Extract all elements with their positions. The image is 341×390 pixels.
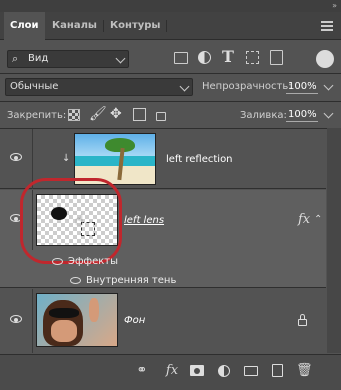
filter-smartobject-icon[interactable] (270, 50, 283, 65)
opacity-input[interactable]: 100% (284, 78, 334, 96)
layers-scrollbar[interactable] (327, 128, 341, 353)
layer-name[interactable]: Фон (124, 315, 145, 326)
search-icon: ⌕ (12, 52, 19, 65)
lock-all-icon[interactable] (156, 112, 166, 121)
opacity-label: Непрозрачность: (202, 81, 292, 92)
lock-brush-icon[interactable]: 🖌 (89, 106, 107, 122)
new-group-folder-icon[interactable] (244, 366, 258, 376)
bottom-toolbar: ⚭ fx 🗑 (0, 354, 341, 390)
new-layer-icon[interactable] (272, 364, 283, 377)
fill-input[interactable]: 100% (284, 106, 334, 124)
layer-visibility-eye-icon[interactable] (10, 153, 22, 161)
panel-menu-icon[interactable] (321, 21, 333, 31)
highlight-circle (20, 178, 122, 264)
filter-shape-icon[interactable] (246, 51, 259, 64)
layer-name[interactable]: left reflection (166, 154, 233, 165)
tab-channels[interactable]: Каналы (46, 12, 104, 40)
fill-value: 100% (288, 109, 317, 120)
tab-bar: Слои Каналы Контуры (0, 12, 341, 40)
layer-filter-value: Вид (28, 53, 49, 64)
fill-label: Заливка: (240, 110, 287, 121)
divider (0, 73, 341, 74)
layer-row-background[interactable]: Фон (0, 289, 326, 353)
filter-adjustment-icon[interactable] (198, 51, 211, 64)
trash-icon[interactable]: 🗑 (296, 363, 313, 379)
adjustment-layer-icon[interactable] (218, 365, 230, 377)
chevron-down-icon (179, 81, 190, 92)
tab-paths-label: Контуры (110, 20, 161, 31)
filter-type-icon[interactable]: T (222, 47, 234, 66)
divider (0, 101, 341, 102)
filter-toggle-switch[interactable] (316, 50, 334, 68)
layer-style-fx-icon[interactable]: fx (164, 363, 180, 379)
chevron-down-icon (323, 80, 334, 91)
layer-name[interactable]: left lens (124, 215, 164, 226)
layer-row-left-lens[interactable]: ☝ left lens fx ⌃ Эффекты Внутренняя тень (0, 178, 326, 288)
tab-channels-label: Каналы (52, 20, 97, 31)
effects-eye-icon[interactable] (52, 258, 63, 265)
effects-label: Эффекты (68, 256, 118, 267)
tab-layers[interactable]: Слои (4, 12, 45, 40)
layer-filter-select[interactable]: ⌕ Вид (7, 50, 129, 68)
chevron-down-icon (115, 53, 126, 64)
opacity-value: 100% (288, 81, 317, 92)
panel-top-strip: » (0, 0, 341, 12)
chevron-down-icon (323, 108, 334, 119)
filter-pixel-icon[interactable] (174, 52, 188, 64)
layer-fx-icon[interactable]: fx (298, 212, 310, 227)
effect-eye-icon[interactable] (70, 277, 81, 284)
add-mask-icon[interactable] (190, 365, 204, 376)
tab-paths[interactable]: Контуры (104, 12, 168, 40)
clipping-arrow-icon: ↓ (62, 153, 71, 164)
collapse-arrows-icon[interactable]: » (332, 0, 337, 12)
tab-layers-label: Слои (10, 20, 39, 31)
layer-visibility-eye-icon[interactable] (10, 315, 22, 323)
layer-thumbnail-photo[interactable] (36, 293, 118, 347)
blend-mode-value: Обычные (10, 81, 59, 92)
lock-label: Закрепить: (7, 110, 67, 121)
lock-icon (298, 319, 307, 326)
link-layers-icon[interactable]: ⚭ (134, 363, 150, 379)
blend-mode-select[interactable]: Обычные (5, 78, 193, 96)
expand-effects-chevron-icon[interactable]: ⌃ (314, 214, 322, 225)
effect-inner-shadow-label[interactable]: Внутренняя тень (86, 275, 176, 286)
lock-artboard-icon[interactable] (133, 108, 146, 121)
lock-transparent-icon[interactable] (68, 109, 80, 121)
lock-move-icon[interactable]: ✥ (110, 106, 122, 122)
